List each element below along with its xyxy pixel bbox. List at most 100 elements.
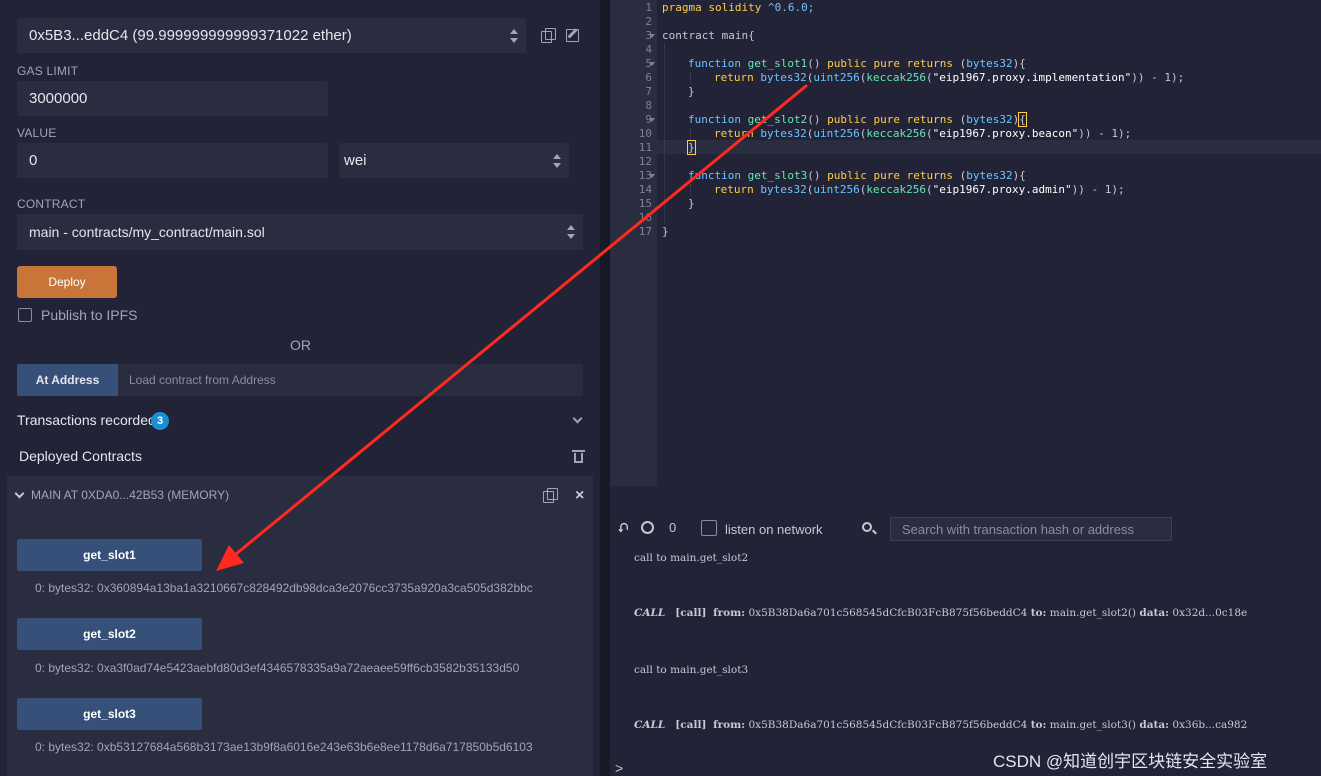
- value-label: VALUE: [17, 126, 57, 140]
- get-slot1-output: 0: bytes32: 0x360894a13ba1a3210667c82849…: [35, 581, 533, 595]
- deploy-run-panel: 0x5B3...eddC4 (99.999999999999371022 eth…: [0, 0, 600, 776]
- code-line-1: pragma solidity ^0.6.0;: [662, 1, 815, 14]
- select-arrows-icon: [510, 28, 518, 43]
- get-slot2-output: 0: bytes32: 0xa3f0ad74e5423aebfd80d3ef43…: [35, 661, 520, 675]
- select-arrows-icon: [567, 225, 575, 239]
- line-number: 3: [645, 29, 652, 42]
- line-number: 12: [638, 155, 652, 168]
- code-line-9: function get_slot2() public pure returns…: [688, 112, 1027, 127]
- instance-header[interactable]: MAIN AT 0XDA0...42B53 (MEMORY): [31, 488, 229, 502]
- line-number: 14: [638, 183, 652, 196]
- line-number: 7: [645, 85, 652, 98]
- code-line-3: contract main{: [662, 29, 755, 42]
- line-number: 8: [645, 99, 652, 112]
- line-number: 10: [638, 127, 652, 140]
- line-number: 6: [645, 71, 652, 84]
- listen-network-checkbox[interactable]: [701, 520, 717, 536]
- terminal-search-placeholder: Search with transaction hash or address: [902, 521, 1134, 537]
- publish-ipfs-checkbox[interactable]: [18, 308, 32, 322]
- line-number: 5: [645, 57, 652, 70]
- line-number: 11: [638, 141, 652, 154]
- select-arrows-icon: [553, 153, 561, 168]
- terminal-search-input[interactable]: Search with transaction hash or address: [890, 517, 1172, 541]
- terminal-toolbar: ⮏ 0 listen on network Search with transa…: [610, 512, 1321, 546]
- fold-icon[interactable]: [649, 34, 655, 38]
- search-icon[interactable]: [862, 522, 872, 532]
- indent-guide: [664, 44, 665, 224]
- line-number: 1: [645, 1, 652, 14]
- line-number: 15: [638, 197, 652, 210]
- deploy-button[interactable]: Deploy: [17, 266, 117, 298]
- log-call-entry[interactable]: CALL [call] from: 0x5B38Da6a701c568545dC…: [634, 607, 1247, 619]
- line-gutter: 1 2 3 4 5 6 7 8 9 10 11 12 13 14 15 16 1…: [610, 0, 657, 486]
- code-line-13: function get_slot3() public pure returns…: [688, 169, 1026, 182]
- at-address-input[interactable]: Load contract from Address: [118, 364, 583, 396]
- code-line-10: return bytes32(uint256(keccak256("eip196…: [714, 127, 1132, 140]
- log-line: call to main.get_slot3: [634, 664, 749, 676]
- line-number: 2: [645, 15, 652, 28]
- line-number: 4: [645, 43, 652, 56]
- deployed-contracts-label: Deployed Contracts: [19, 448, 142, 464]
- account-value: 0x5B3...eddC4 (99.999999999999371022 eth…: [29, 27, 352, 44]
- panel-splitter[interactable]: [600, 0, 610, 776]
- value-amount: 0: [29, 152, 38, 169]
- transactions-count-badge: 3: [151, 412, 169, 430]
- publish-ipfs-label: Publish to IPFS: [41, 307, 138, 323]
- code-line-15: }: [688, 197, 695, 210]
- trash-icon[interactable]: [572, 450, 585, 463]
- gas-limit-value: 3000000: [29, 90, 88, 107]
- get-slot3-output: 0: bytes32: 0xb53127684a568b3173ae13b9f8…: [35, 740, 533, 754]
- value-input[interactable]: 0: [17, 143, 328, 178]
- copy-address-icon[interactable]: [543, 488, 558, 503]
- account-select[interactable]: 0x5B3...eddC4 (99.999999999999371022 eth…: [17, 18, 526, 53]
- collapse-chevron-icon[interactable]: [14, 488, 25, 499]
- line-number: 16: [638, 211, 652, 224]
- line-number: 9: [645, 113, 652, 126]
- terminal-output: call to main.get_slot2 CALL [call] from:…: [610, 546, 1321, 776]
- gas-limit-input[interactable]: 3000000: [17, 81, 328, 116]
- code-line-17: }: [662, 225, 669, 238]
- search-icon-handle: [872, 529, 877, 535]
- indent-guide: [690, 184, 691, 196]
- contract-value: main - contracts/my_contract/main.sol: [29, 224, 265, 240]
- value-unit-select[interactable]: wei: [339, 143, 569, 178]
- close-icon[interactable]: ×: [575, 488, 584, 504]
- get-slot2-button[interactable]: get_slot2: [17, 618, 202, 650]
- or-separator: OR: [290, 337, 311, 353]
- get-slot3-button[interactable]: get_slot3: [17, 698, 202, 730]
- transactions-recorded-label[interactable]: Transactions recorded: [17, 412, 156, 428]
- at-address-button[interactable]: At Address: [17, 364, 118, 396]
- code-line-6: return bytes32(uint256(keccak256("eip196…: [714, 71, 1185, 84]
- at-address-placeholder: Load contract from Address: [129, 373, 276, 387]
- value-unit: wei: [344, 152, 367, 169]
- double-chevron-down-icon[interactable]: ⮏: [618, 519, 628, 541]
- chevron-down-icon[interactable]: [572, 413, 583, 424]
- indent-guide: [690, 128, 691, 140]
- listen-network-label: listen on network: [725, 522, 823, 537]
- clear-console-icon[interactable]: [641, 521, 654, 534]
- line-number: 13: [638, 169, 652, 182]
- terminal-prompt[interactable]: >: [615, 760, 623, 776]
- code-editor[interactable]: 1 2 3 4 5 6 7 8 9 10 11 12 13 14 15 16 1…: [610, 0, 1321, 486]
- code-line-11: }: [687, 140, 696, 155]
- gas-limit-label: GAS LIMIT: [17, 64, 79, 78]
- get-slot1-button[interactable]: get_slot1: [17, 539, 202, 571]
- watermark-text: CSDN @知道创宇区块链安全实验室: [993, 752, 1268, 771]
- code-line-5: function get_slot1() public pure returns…: [688, 57, 1026, 70]
- pending-tx-count: 0: [669, 520, 677, 535]
- code-line-14: return bytes32(uint256(keccak256("eip196…: [714, 183, 1125, 196]
- line-number: 17: [638, 225, 652, 238]
- indent-guide: [690, 72, 691, 84]
- copy-account-icon[interactable]: [541, 28, 556, 43]
- edit-icon[interactable]: [566, 29, 579, 42]
- contract-select[interactable]: main - contracts/my_contract/main.sol: [17, 214, 583, 250]
- contract-label: CONTRACT: [17, 197, 86, 211]
- code-line-7: }: [688, 85, 695, 98]
- fold-icon[interactable]: [649, 118, 655, 122]
- current-line-highlight: [657, 140, 1321, 154]
- log-call-entry[interactable]: CALL [call] from: 0x5B38Da6a701c568545dC…: [634, 719, 1247, 731]
- deployed-contract-instance: MAIN AT 0XDA0...42B53 (MEMORY) × get_slo…: [7, 476, 593, 776]
- log-line: call to main.get_slot2: [634, 552, 749, 564]
- fold-icon[interactable]: [649, 174, 655, 178]
- fold-icon[interactable]: [649, 62, 655, 66]
